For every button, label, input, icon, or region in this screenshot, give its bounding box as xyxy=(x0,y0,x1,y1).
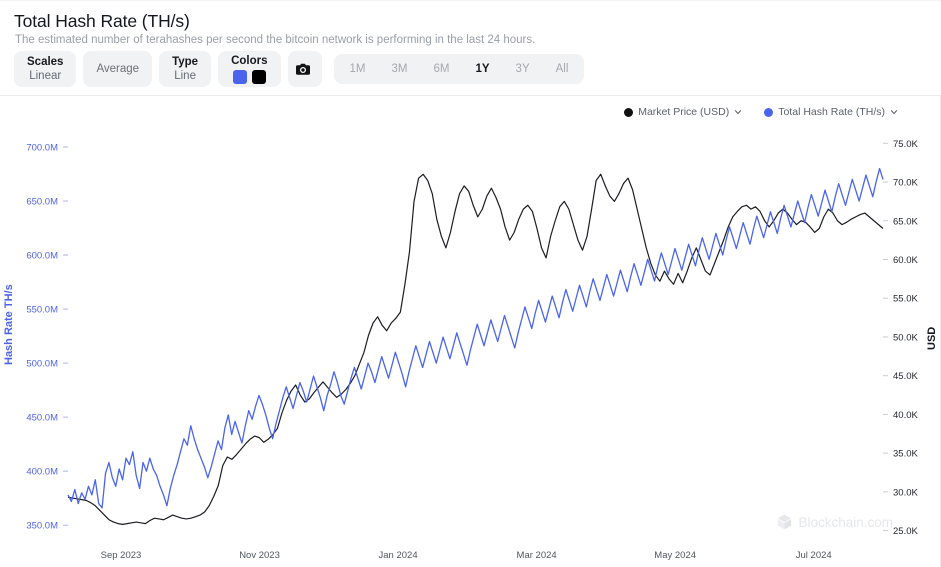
screenshot-button[interactable] xyxy=(288,51,322,87)
type-label: Type xyxy=(172,56,198,69)
range-6m[interactable]: 6M xyxy=(420,56,462,82)
x-axis-tick: May 2024 xyxy=(654,550,696,561)
range-3m[interactable]: 3M xyxy=(379,56,421,82)
y-axis-right-tick: 35.0K xyxy=(893,449,918,460)
colors-label: Colors xyxy=(231,55,267,68)
scales-label: Scales xyxy=(27,56,63,69)
colors-button[interactable]: Colors xyxy=(218,51,280,87)
average-button[interactable]: Average xyxy=(83,51,152,87)
color-swatches xyxy=(233,70,266,84)
range-1m[interactable]: 1M xyxy=(337,56,379,82)
page-title: Total Hash Rate (TH/s) xyxy=(14,11,190,32)
chart-widget: Total Hash Rate (TH/s) The estimated num… xyxy=(0,0,941,567)
x-axis-tick: Jul 2024 xyxy=(796,550,832,561)
y-axis-left-tick: 500.0M xyxy=(26,359,58,370)
y-axis-left-tick: 650.0M xyxy=(26,197,58,208)
chart-toolbar: Scales Linear Average Type Line Colors xyxy=(14,51,584,87)
watermark-text: Blockchain.com xyxy=(798,515,893,530)
scales-button[interactable]: Scales Linear xyxy=(14,51,76,87)
y-axis-right-tick: 45.0K xyxy=(893,371,918,382)
y-axis-left-tick: 350.0M xyxy=(26,521,58,532)
y-axis-right-tick: 50.0K xyxy=(893,332,918,343)
y-axis-left-tick: 450.0M xyxy=(26,413,58,424)
x-axis-tick: Sep 2023 xyxy=(101,550,142,561)
range-1y[interactable]: 1Y xyxy=(462,56,502,82)
y-axis-right-title: USD xyxy=(926,327,938,350)
y-axis-right-tick: 25.0K xyxy=(893,526,918,537)
y-axis-right-tick: 65.0K xyxy=(893,216,918,227)
swatch-price[interactable] xyxy=(252,70,266,84)
x-axis-tick: Nov 2023 xyxy=(239,550,280,561)
y-axis-left-tick: 600.0M xyxy=(26,251,58,262)
y-axis-right-tick: 55.0K xyxy=(893,294,918,305)
y-axis-right-tick: 40.0K xyxy=(893,410,918,421)
page-subtitle: The estimated number of terahashes per s… xyxy=(15,34,535,46)
y-axis-right-tick: 60.0K xyxy=(893,255,918,266)
y-axis-right-tick: 75.0K xyxy=(893,139,918,150)
range-selector: 1M 3M 6M 1Y 3Y All xyxy=(334,54,585,84)
y-axis-right-tick: 70.0K xyxy=(893,178,918,189)
x-axis-tick: Mar 2024 xyxy=(517,550,557,561)
series-line-hash-rate xyxy=(68,169,883,508)
watermark: Blockchain.com xyxy=(777,514,893,530)
range-3y[interactable]: 3Y xyxy=(503,56,543,82)
widget-header: Total Hash Rate (TH/s) The estimated num… xyxy=(0,1,941,96)
y-axis-left-title: Hash Rate TH/s xyxy=(3,284,15,365)
type-button[interactable]: Type Line xyxy=(159,51,211,87)
chart-canvas[interactable]: 350.0M 400.0M 450.0M 500.0M 550.0M 600.0M 650.… xyxy=(0,96,941,567)
swatch-hashrate[interactable] xyxy=(233,70,247,84)
x-axis-tick: Jan 2024 xyxy=(379,550,418,561)
average-label: Average xyxy=(96,62,139,76)
y-axis-left-tick: 400.0M xyxy=(26,467,58,478)
plot-area[interactable]: 350.0M 400.0M 450.0M 500.0M 550.0M 600.0M 650.… xyxy=(0,96,941,567)
cube-logo-icon xyxy=(777,514,792,530)
camera-icon xyxy=(296,62,313,76)
scales-value: Linear xyxy=(29,69,61,83)
type-value: Line xyxy=(174,69,196,83)
range-all[interactable]: All xyxy=(543,56,582,82)
y-axis-left-tick: 550.0M xyxy=(26,305,58,316)
y-axis-right-tick: 30.0K xyxy=(893,487,918,498)
y-axis-left-tick: 700.0M xyxy=(26,142,58,153)
